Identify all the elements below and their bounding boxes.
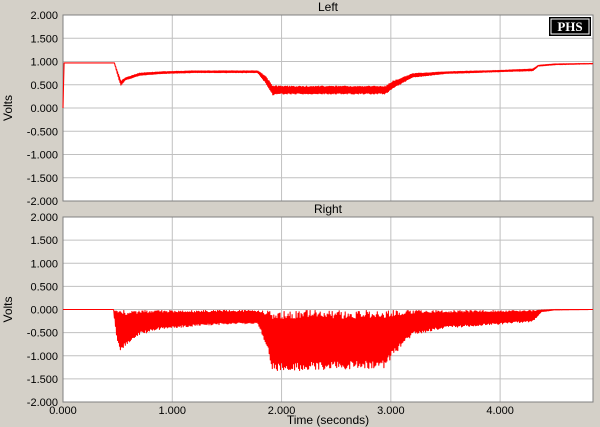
y-tick-label-left: -2.000 — [27, 196, 58, 208]
y-tick-label-right: -1.500 — [27, 374, 58, 386]
y-axis-label-right: Volts — [1, 296, 15, 322]
panel-title-left: Left — [318, 0, 339, 14]
chart-canvas: 2.000 1.500 1.000 0.500 0.000 -0.500 -1.000 -1.… — [1, 0, 594, 427]
y-tick-label-right: -0.500 — [27, 328, 58, 340]
y-tick-label-left: 1.500 — [30, 33, 58, 45]
y-tick-label-left: 2.000 — [30, 10, 58, 22]
y-tick-label-right: 0.500 — [30, 281, 58, 293]
y-tick-label-right: 1.500 — [30, 235, 58, 247]
y-tick-label-left: -0.500 — [27, 126, 58, 138]
panel-title-right: Right — [314, 202, 343, 216]
x-tick-label: 1.000 — [159, 405, 187, 417]
y-tick-label-right: -2.000 — [27, 397, 58, 409]
y-tick-label-left: 0.500 — [30, 80, 58, 92]
y-tick-label-left: 0.000 — [30, 103, 58, 115]
y-tick-label-left: -1.000 — [27, 150, 58, 162]
x-tick-label: 3.000 — [377, 405, 405, 417]
y-tick-label-right: -1.000 — [27, 351, 58, 363]
x-axis-label: Time (seconds) — [287, 413, 369, 427]
x-tick-label: 4.000 — [486, 405, 514, 417]
y-tick-label-left: -1.500 — [27, 173, 58, 185]
y-tick-label-right: 0.000 — [30, 305, 58, 317]
y-tick-label-left: 1.000 — [30, 57, 58, 69]
phs-logo-text: PHS — [557, 19, 582, 34]
y-axis-label-left: Volts — [1, 95, 15, 121]
y-tick-label-right: 2.000 — [30, 212, 58, 224]
y-tick-label-right: 1.000 — [30, 258, 58, 270]
